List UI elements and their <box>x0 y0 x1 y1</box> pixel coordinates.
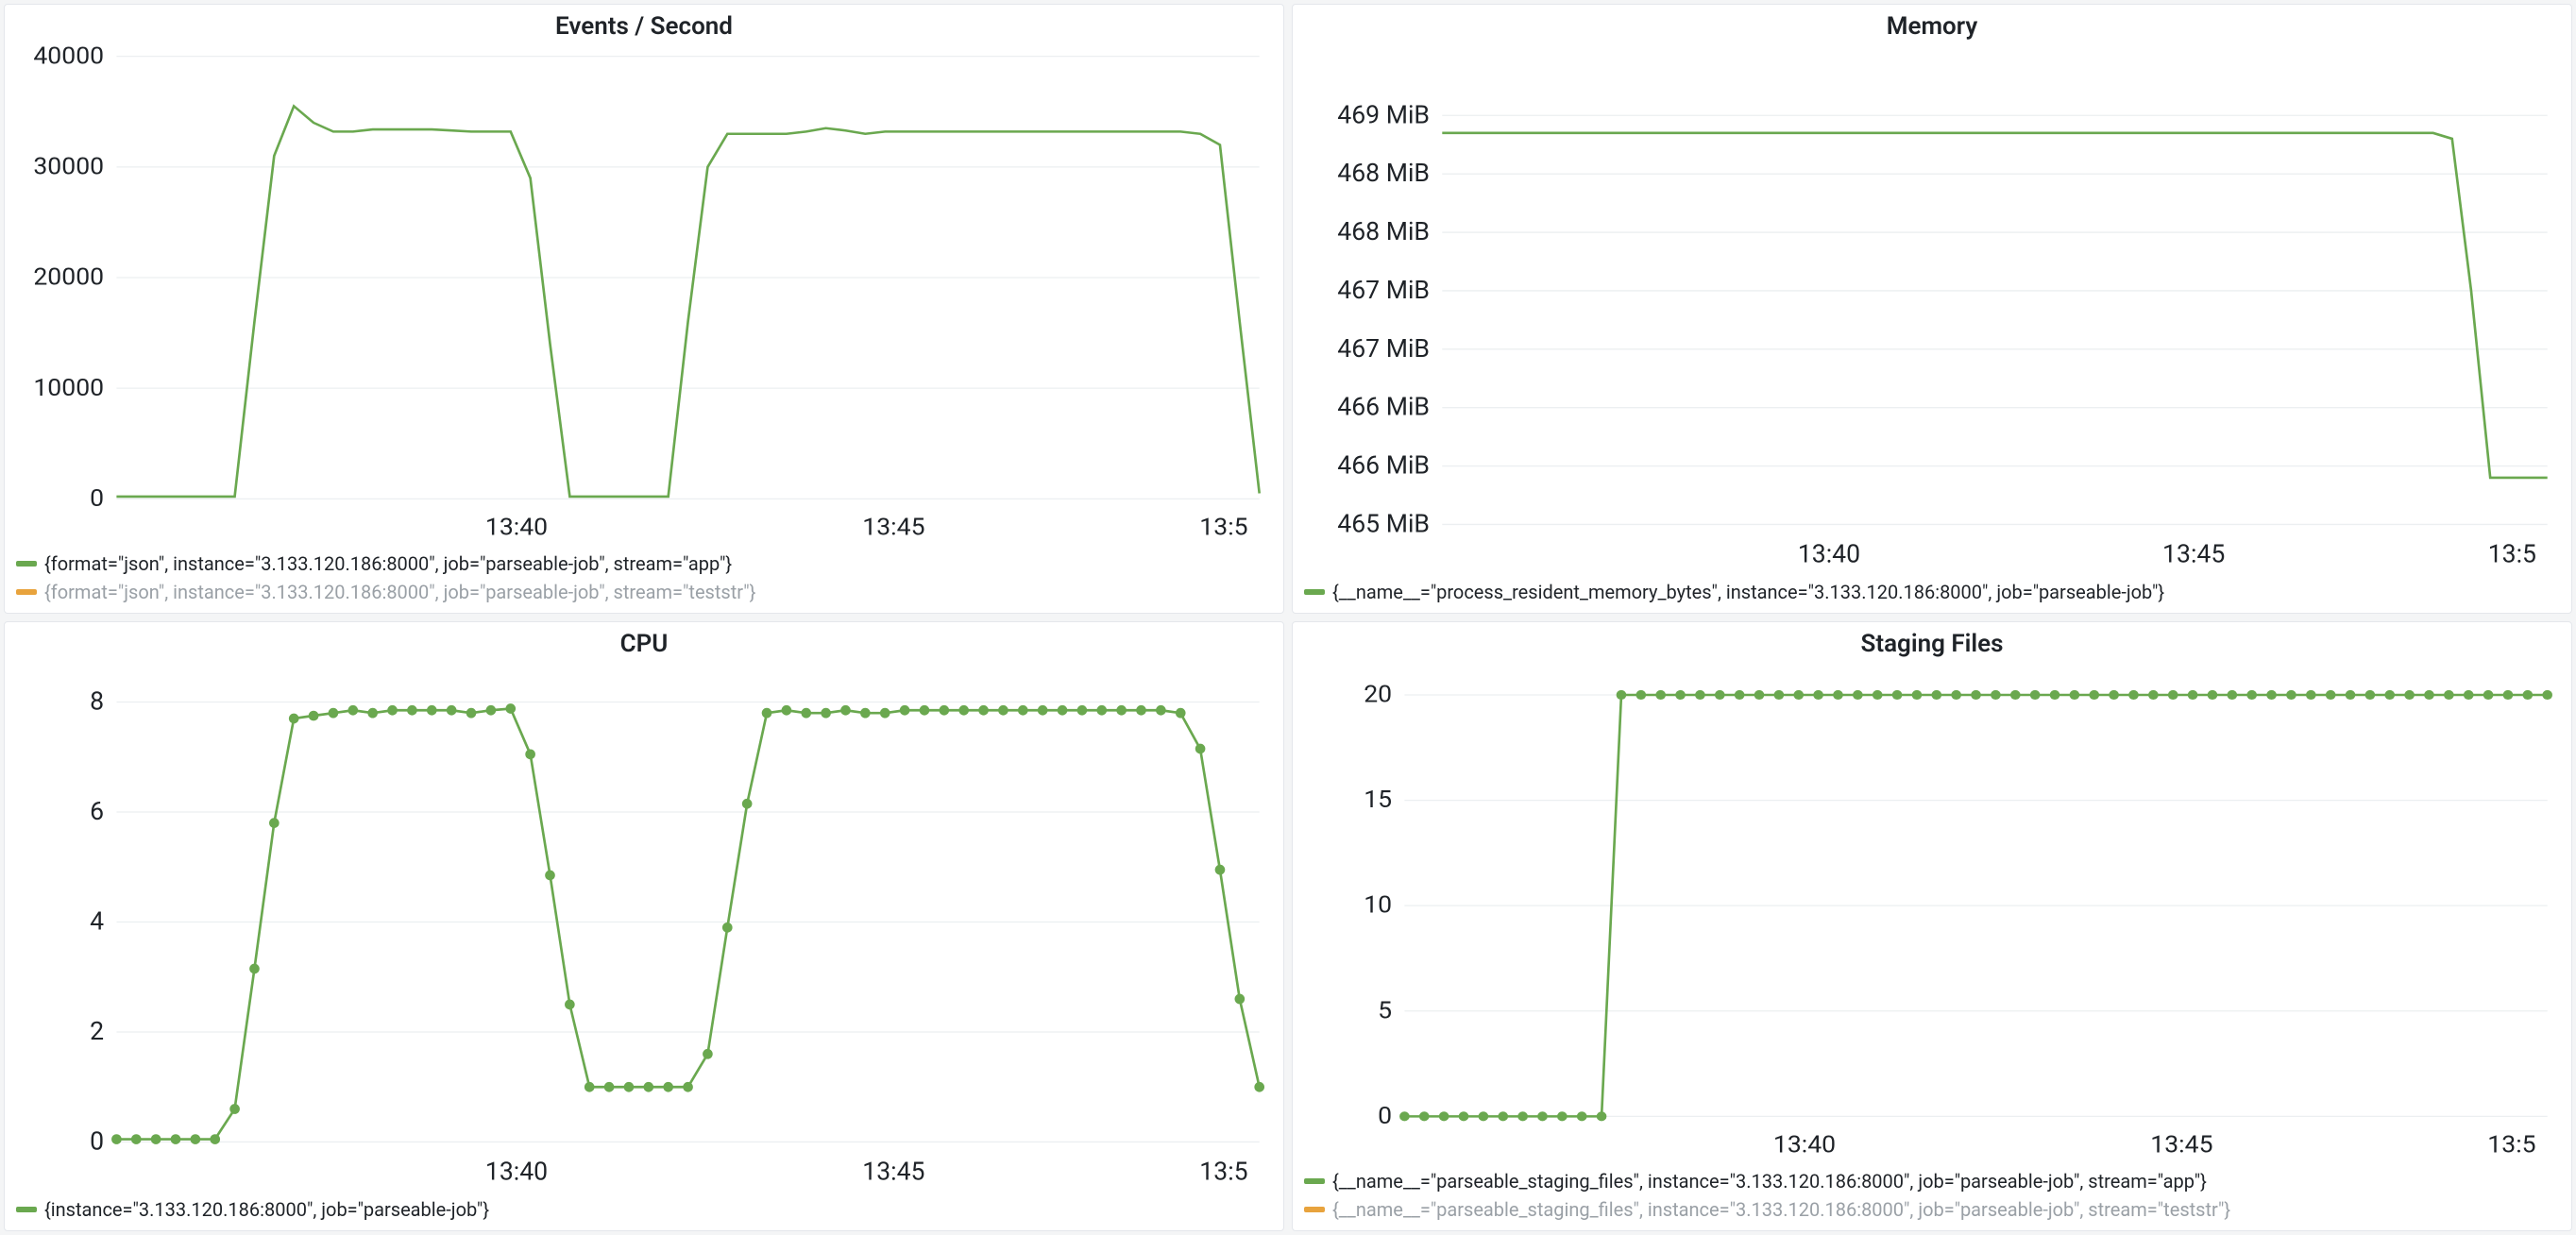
legend-item[interactable]: {format="json", instance="3.133.120.186:… <box>16 581 1272 603</box>
dashboard-grid: Events / Second 0 10000 20000 30000 40000 13:… <box>4 4 2572 1231</box>
legend-item[interactable]: {format="json", instance="3.133.120.186:… <box>16 552 1272 575</box>
chart-events: 0 10000 20000 30000 40000 13:40 13:45 13:5 <box>16 44 1272 547</box>
svg-text:0: 0 <box>1378 1103 1392 1130</box>
svg-text:10000: 10000 <box>33 374 104 401</box>
legend-swatch <box>1304 589 1325 595</box>
legend-item[interactable]: {__name__="parseable_staging_files", ins… <box>1304 1170 2560 1193</box>
panel-title: Events / Second <box>16 12 1272 41</box>
legend-label: {format="json", instance="3.133.120.186:… <box>44 552 732 575</box>
svg-text:13:5: 13:5 <box>2488 539 2536 569</box>
legend-label: {__name__="parseable_staging_files", ins… <box>1332 1170 2207 1193</box>
chart-staging: 0 5 10 15 20 13:40 13:45 13:5 <box>1304 662 2560 1164</box>
svg-text:8: 8 <box>90 685 104 716</box>
svg-text:15: 15 <box>1364 787 1392 814</box>
svg-text:13:45: 13:45 <box>2150 1131 2212 1159</box>
svg-text:13:45: 13:45 <box>862 514 924 541</box>
legend-item[interactable]: {instance="3.133.120.186:8000", job="par… <box>16 1198 1272 1221</box>
svg-text:6: 6 <box>90 796 104 826</box>
legend-label: {format="json", instance="3.133.120.186:… <box>44 581 755 603</box>
svg-text:20: 20 <box>1364 681 1392 708</box>
svg-text:467 MiB: 467 MiB <box>1337 333 1430 364</box>
svg-text:13:5: 13:5 <box>2487 1131 2535 1159</box>
legend-swatch <box>16 1207 37 1212</box>
svg-text:13:5: 13:5 <box>1199 1157 1247 1187</box>
legend-swatch <box>1304 1207 1325 1212</box>
svg-text:30000: 30000 <box>33 153 104 180</box>
panel-staging: Staging Files 0 5 10 15 20 13:40 13:45 13:5 {__… <box>1292 621 2572 1231</box>
svg-text:467 MiB: 467 MiB <box>1337 275 1430 305</box>
chart-cpu: 0 2 4 6 8 13:40 13:45 13:5 <box>16 662 1272 1193</box>
svg-text:2: 2 <box>90 1016 104 1046</box>
legend-label: {instance="3.133.120.186:8000", job="par… <box>44 1198 489 1221</box>
panel-memory: Memory 465 MiB 466 MiB 466 MiB 467 MiB 467 M… <box>1292 4 2572 614</box>
svg-text:4: 4 <box>90 905 104 936</box>
svg-text:466 MiB: 466 MiB <box>1337 392 1430 422</box>
svg-text:20000: 20000 <box>33 263 104 291</box>
svg-text:5: 5 <box>1378 997 1392 1024</box>
svg-text:468 MiB: 468 MiB <box>1337 158 1430 188</box>
legend-item[interactable]: {__name__="parseable_staging_files", ins… <box>1304 1198 2560 1221</box>
legend-memory[interactable]: {__name__="process_resident_memory_bytes… <box>1304 581 2560 603</box>
legend-swatch <box>16 561 37 567</box>
svg-text:13:45: 13:45 <box>862 1157 924 1187</box>
legend-label: {__name__="process_resident_memory_bytes… <box>1332 581 2164 603</box>
panel-title: Staging Files <box>1304 630 2560 658</box>
panel-title: Memory <box>1304 12 2560 41</box>
svg-text:465 MiB: 465 MiB <box>1337 508 1430 538</box>
svg-text:13:5: 13:5 <box>1199 514 1247 541</box>
svg-text:466 MiB: 466 MiB <box>1337 450 1430 481</box>
svg-text:10: 10 <box>1364 891 1392 919</box>
legend-swatch <box>16 589 37 595</box>
svg-text:13:40: 13:40 <box>1773 1131 1836 1159</box>
panel-cpu: CPU 0 2 4 6 8 13:40 13:45 13:5 {instance="3.133… <box>4 621 1284 1231</box>
panel-title: CPU <box>16 630 1272 658</box>
panel-events: Events / Second 0 10000 20000 30000 40000 13:… <box>4 4 1284 614</box>
svg-text:0: 0 <box>90 485 104 513</box>
legend-label: {__name__="parseable_staging_files", ins… <box>1332 1198 2230 1221</box>
legend-item[interactable]: {__name__="process_resident_memory_bytes… <box>1304 581 2560 603</box>
legend-cpu[interactable]: {instance="3.133.120.186:8000", job="par… <box>16 1198 1272 1221</box>
legend-staging[interactable]: {__name__="parseable_staging_files", ins… <box>1304 1170 2560 1221</box>
svg-text:0: 0 <box>90 1125 104 1156</box>
svg-text:40000: 40000 <box>33 44 104 70</box>
svg-text:13:40: 13:40 <box>485 1157 548 1187</box>
chart-memory: 465 MiB 466 MiB 466 MiB 467 MiB 467 MiB 468 M… <box>1304 44 2560 575</box>
svg-text:13:40: 13:40 <box>1798 539 1860 569</box>
legend-events[interactable]: {format="json", instance="3.133.120.186:… <box>16 552 1272 603</box>
legend-swatch <box>1304 1178 1325 1184</box>
svg-text:13:40: 13:40 <box>485 514 548 541</box>
svg-text:13:45: 13:45 <box>2162 539 2225 569</box>
svg-text:468 MiB: 468 MiB <box>1337 216 1430 246</box>
svg-text:469 MiB: 469 MiB <box>1337 99 1430 129</box>
